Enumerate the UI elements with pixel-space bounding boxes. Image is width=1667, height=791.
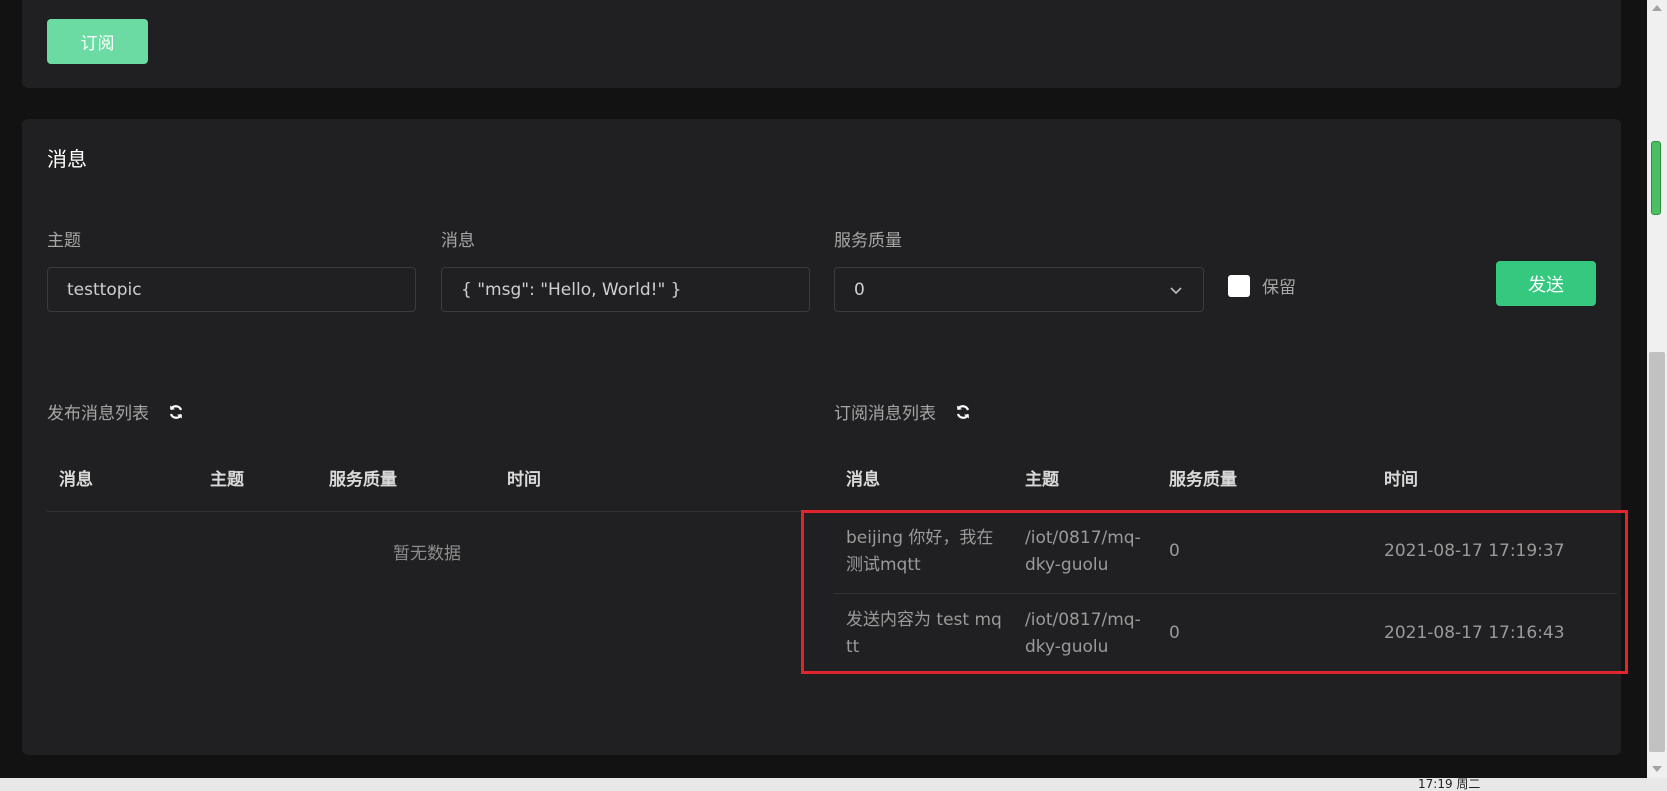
table-row-topic: /iot/0817/mq- dky-guolu bbox=[1025, 528, 1141, 575]
topic-label: 主题 bbox=[47, 231, 81, 251]
subscription-card: 订阅 bbox=[22, 0, 1621, 88]
table-row-topic: /iot/0817/mq- dky-guolu bbox=[1025, 610, 1141, 657]
published-col-qos: 服务质量 bbox=[329, 470, 397, 490]
retain-checkbox[interactable] bbox=[1228, 274, 1250, 297]
published-empty-text: 暂无数据 bbox=[393, 544, 461, 564]
table-row-message: beijing 你好，我在 测试mqtt bbox=[846, 528, 994, 575]
qos-select[interactable]: 0 bbox=[834, 267, 1204, 312]
refresh-icon[interactable] bbox=[954, 403, 972, 421]
subscribed-col-message: 消息 bbox=[846, 470, 880, 490]
published-col-message: 消息 bbox=[59, 470, 93, 490]
table-row-qos: 0 bbox=[1169, 541, 1180, 561]
card-title: 消息 bbox=[47, 147, 87, 171]
send-button[interactable]: 发送 bbox=[1496, 261, 1596, 306]
row-divider bbox=[834, 593, 1617, 594]
subscribed-list-title: 订阅消息列表 bbox=[834, 404, 936, 424]
messages-card: 消息 主题 消息 服务质量 testtopic { "msg": "Hello,… bbox=[22, 119, 1628, 755]
subscribed-col-time: 时间 bbox=[1384, 470, 1418, 490]
scroll-marker bbox=[1651, 141, 1661, 215]
scroll-down-icon[interactable] bbox=[1651, 764, 1663, 774]
published-list-title: 发布消息列表 bbox=[47, 404, 149, 424]
table-row-time: 2021-08-17 17:16:43 bbox=[1384, 623, 1565, 643]
page: 订阅 消息 主题 消息 服务质量 testtopic { "msg": "Hel… bbox=[0, 0, 1667, 791]
published-col-topic: 主题 bbox=[210, 470, 244, 490]
taskbar-clock: 17:19 周二 bbox=[1418, 777, 1481, 791]
subscribed-list-header: 订阅消息列表 bbox=[834, 399, 972, 424]
message-label: 消息 bbox=[441, 231, 475, 251]
subscribe-button[interactable]: 订阅 bbox=[47, 19, 148, 64]
table-row-qos: 0 bbox=[1169, 623, 1180, 643]
retain-label: 保留 bbox=[1262, 278, 1296, 298]
scrollbar-thumb[interactable] bbox=[1649, 352, 1665, 752]
refresh-icon[interactable] bbox=[167, 403, 185, 421]
message-input[interactable]: { "msg": "Hello, World!" } bbox=[441, 267, 810, 312]
subscribed-header-divider bbox=[834, 511, 1617, 512]
published-col-time: 时间 bbox=[507, 470, 541, 490]
message-input-value: { "msg": "Hello, World!" } bbox=[461, 279, 682, 300]
qos-label: 服务质量 bbox=[834, 231, 902, 251]
qos-select-value: 0 bbox=[854, 279, 865, 300]
table-row-message: 发送内容为 test mq tt bbox=[846, 610, 1002, 657]
retain-option[interactable]: 保留 bbox=[1228, 273, 1296, 298]
table-row-time: 2021-08-17 17:19:37 bbox=[1384, 541, 1565, 561]
published-header-divider bbox=[47, 511, 802, 512]
subscribed-col-qos: 服务质量 bbox=[1169, 470, 1237, 490]
topic-input-value: testtopic bbox=[67, 279, 142, 300]
subscribed-col-topic: 主题 bbox=[1025, 470, 1059, 490]
published-list-header: 发布消息列表 bbox=[47, 399, 185, 424]
scroll-up-icon[interactable] bbox=[1651, 3, 1663, 13]
chevron-down-icon bbox=[1170, 286, 1182, 294]
taskbar bbox=[0, 778, 1667, 791]
topic-input[interactable]: testtopic bbox=[47, 267, 416, 312]
